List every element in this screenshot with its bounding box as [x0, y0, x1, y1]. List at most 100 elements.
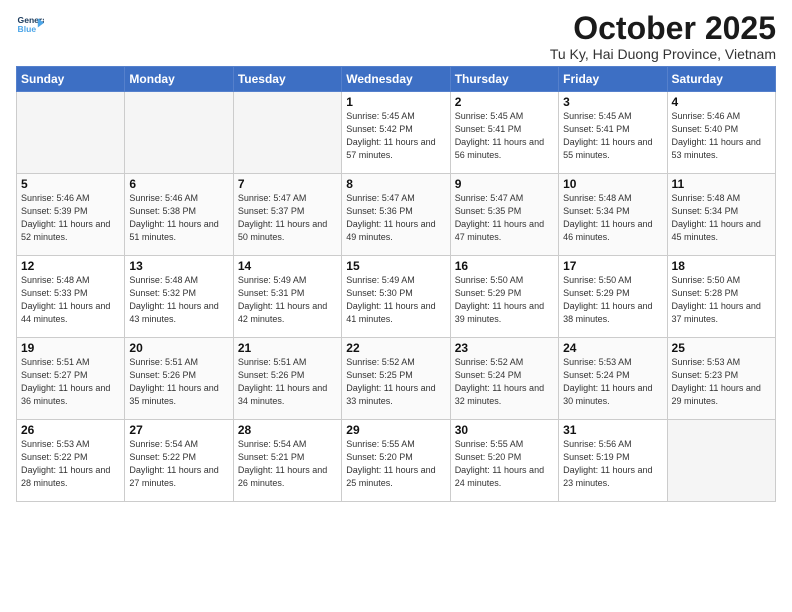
day-number: 3	[563, 95, 662, 109]
day-number: 23	[455, 341, 554, 355]
day-info: Sunrise: 5:48 AMSunset: 5:32 PMDaylight:…	[129, 274, 228, 326]
day-info: Sunrise: 5:48 AMSunset: 5:33 PMDaylight:…	[21, 274, 120, 326]
day-info: Sunrise: 5:56 AMSunset: 5:19 PMDaylight:…	[563, 438, 662, 490]
day-info: Sunrise: 5:45 AMSunset: 5:41 PMDaylight:…	[563, 110, 662, 162]
day-info: Sunrise: 5:46 AMSunset: 5:39 PMDaylight:…	[21, 192, 120, 244]
day-cell	[667, 420, 775, 502]
day-cell	[17, 92, 125, 174]
day-info: Sunrise: 5:53 AMSunset: 5:24 PMDaylight:…	[563, 356, 662, 408]
day-cell: 10Sunrise: 5:48 AMSunset: 5:34 PMDayligh…	[559, 174, 667, 256]
day-cell: 9Sunrise: 5:47 AMSunset: 5:35 PMDaylight…	[450, 174, 558, 256]
logo: General Blue	[16, 12, 44, 40]
header-row: Sunday Monday Tuesday Wednesday Thursday…	[17, 67, 776, 92]
week-row-1: 1Sunrise: 5:45 AMSunset: 5:42 PMDaylight…	[17, 92, 776, 174]
day-cell	[125, 92, 233, 174]
col-wednesday: Wednesday	[342, 67, 450, 92]
day-cell: 21Sunrise: 5:51 AMSunset: 5:26 PMDayligh…	[233, 338, 341, 420]
day-cell: 22Sunrise: 5:52 AMSunset: 5:25 PMDayligh…	[342, 338, 450, 420]
page-container: General Blue October 2025 Tu Ky, Hai Duo…	[0, 0, 792, 510]
day-number: 27	[129, 423, 228, 437]
day-cell: 24Sunrise: 5:53 AMSunset: 5:24 PMDayligh…	[559, 338, 667, 420]
week-row-2: 5Sunrise: 5:46 AMSunset: 5:39 PMDaylight…	[17, 174, 776, 256]
day-info: Sunrise: 5:51 AMSunset: 5:27 PMDaylight:…	[21, 356, 120, 408]
day-cell: 17Sunrise: 5:50 AMSunset: 5:29 PMDayligh…	[559, 256, 667, 338]
day-info: Sunrise: 5:49 AMSunset: 5:31 PMDaylight:…	[238, 274, 337, 326]
logo-icon: General Blue	[16, 12, 44, 40]
day-number: 18	[672, 259, 771, 273]
day-cell: 19Sunrise: 5:51 AMSunset: 5:27 PMDayligh…	[17, 338, 125, 420]
col-thursday: Thursday	[450, 67, 558, 92]
day-number: 6	[129, 177, 228, 191]
day-info: Sunrise: 5:51 AMSunset: 5:26 PMDaylight:…	[129, 356, 228, 408]
day-info: Sunrise: 5:52 AMSunset: 5:25 PMDaylight:…	[346, 356, 445, 408]
day-number: 10	[563, 177, 662, 191]
title-block: October 2025 Tu Ky, Hai Duong Province, …	[550, 12, 776, 62]
day-info: Sunrise: 5:54 AMSunset: 5:22 PMDaylight:…	[129, 438, 228, 490]
week-row-3: 12Sunrise: 5:48 AMSunset: 5:33 PMDayligh…	[17, 256, 776, 338]
day-info: Sunrise: 5:54 AMSunset: 5:21 PMDaylight:…	[238, 438, 337, 490]
day-number: 11	[672, 177, 771, 191]
day-cell: 1Sunrise: 5:45 AMSunset: 5:42 PMDaylight…	[342, 92, 450, 174]
week-row-5: 26Sunrise: 5:53 AMSunset: 5:22 PMDayligh…	[17, 420, 776, 502]
day-info: Sunrise: 5:53 AMSunset: 5:22 PMDaylight:…	[21, 438, 120, 490]
calendar-table: Sunday Monday Tuesday Wednesday Thursday…	[16, 66, 776, 502]
day-number: 13	[129, 259, 228, 273]
day-cell: 2Sunrise: 5:45 AMSunset: 5:41 PMDaylight…	[450, 92, 558, 174]
day-number: 14	[238, 259, 337, 273]
day-cell: 18Sunrise: 5:50 AMSunset: 5:28 PMDayligh…	[667, 256, 775, 338]
day-cell: 27Sunrise: 5:54 AMSunset: 5:22 PMDayligh…	[125, 420, 233, 502]
day-info: Sunrise: 5:50 AMSunset: 5:29 PMDaylight:…	[563, 274, 662, 326]
day-info: Sunrise: 5:49 AMSunset: 5:30 PMDaylight:…	[346, 274, 445, 326]
day-number: 8	[346, 177, 445, 191]
day-cell: 7Sunrise: 5:47 AMSunset: 5:37 PMDaylight…	[233, 174, 341, 256]
col-friday: Friday	[559, 67, 667, 92]
day-info: Sunrise: 5:55 AMSunset: 5:20 PMDaylight:…	[455, 438, 554, 490]
day-info: Sunrise: 5:47 AMSunset: 5:37 PMDaylight:…	[238, 192, 337, 244]
day-info: Sunrise: 5:45 AMSunset: 5:42 PMDaylight:…	[346, 110, 445, 162]
day-number: 15	[346, 259, 445, 273]
day-info: Sunrise: 5:51 AMSunset: 5:26 PMDaylight:…	[238, 356, 337, 408]
day-cell	[233, 92, 341, 174]
day-info: Sunrise: 5:52 AMSunset: 5:24 PMDaylight:…	[455, 356, 554, 408]
day-cell: 14Sunrise: 5:49 AMSunset: 5:31 PMDayligh…	[233, 256, 341, 338]
week-row-4: 19Sunrise: 5:51 AMSunset: 5:27 PMDayligh…	[17, 338, 776, 420]
day-cell: 6Sunrise: 5:46 AMSunset: 5:38 PMDaylight…	[125, 174, 233, 256]
day-info: Sunrise: 5:45 AMSunset: 5:41 PMDaylight:…	[455, 110, 554, 162]
day-cell: 15Sunrise: 5:49 AMSunset: 5:30 PMDayligh…	[342, 256, 450, 338]
day-cell: 11Sunrise: 5:48 AMSunset: 5:34 PMDayligh…	[667, 174, 775, 256]
day-number: 7	[238, 177, 337, 191]
day-cell: 5Sunrise: 5:46 AMSunset: 5:39 PMDaylight…	[17, 174, 125, 256]
day-number: 24	[563, 341, 662, 355]
day-number: 4	[672, 95, 771, 109]
day-cell: 28Sunrise: 5:54 AMSunset: 5:21 PMDayligh…	[233, 420, 341, 502]
day-info: Sunrise: 5:53 AMSunset: 5:23 PMDaylight:…	[672, 356, 771, 408]
day-cell: 31Sunrise: 5:56 AMSunset: 5:19 PMDayligh…	[559, 420, 667, 502]
day-number: 28	[238, 423, 337, 437]
col-tuesday: Tuesday	[233, 67, 341, 92]
day-number: 19	[21, 341, 120, 355]
day-number: 26	[21, 423, 120, 437]
day-number: 9	[455, 177, 554, 191]
day-cell: 20Sunrise: 5:51 AMSunset: 5:26 PMDayligh…	[125, 338, 233, 420]
col-sunday: Sunday	[17, 67, 125, 92]
day-cell: 3Sunrise: 5:45 AMSunset: 5:41 PMDaylight…	[559, 92, 667, 174]
day-number: 31	[563, 423, 662, 437]
day-number: 21	[238, 341, 337, 355]
day-info: Sunrise: 5:55 AMSunset: 5:20 PMDaylight:…	[346, 438, 445, 490]
day-info: Sunrise: 5:47 AMSunset: 5:35 PMDaylight:…	[455, 192, 554, 244]
day-number: 16	[455, 259, 554, 273]
day-info: Sunrise: 5:47 AMSunset: 5:36 PMDaylight:…	[346, 192, 445, 244]
day-info: Sunrise: 5:50 AMSunset: 5:29 PMDaylight:…	[455, 274, 554, 326]
day-cell: 30Sunrise: 5:55 AMSunset: 5:20 PMDayligh…	[450, 420, 558, 502]
day-number: 30	[455, 423, 554, 437]
day-number: 25	[672, 341, 771, 355]
day-cell: 29Sunrise: 5:55 AMSunset: 5:20 PMDayligh…	[342, 420, 450, 502]
col-saturday: Saturday	[667, 67, 775, 92]
day-number: 1	[346, 95, 445, 109]
day-number: 2	[455, 95, 554, 109]
subtitle: Tu Ky, Hai Duong Province, Vietnam	[550, 46, 776, 62]
day-info: Sunrise: 5:48 AMSunset: 5:34 PMDaylight:…	[563, 192, 662, 244]
day-cell: 4Sunrise: 5:46 AMSunset: 5:40 PMDaylight…	[667, 92, 775, 174]
day-cell: 8Sunrise: 5:47 AMSunset: 5:36 PMDaylight…	[342, 174, 450, 256]
day-number: 20	[129, 341, 228, 355]
